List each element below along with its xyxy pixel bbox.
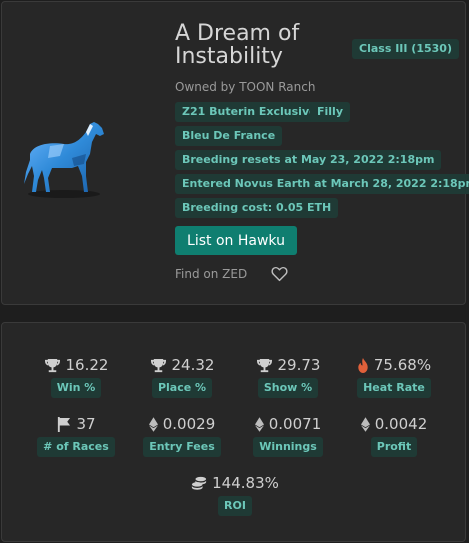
stat-value: 0.0029 <box>162 415 216 433</box>
stat-label: Place % <box>151 378 213 398</box>
stat-win-percent: 16.22 Win % <box>23 355 129 398</box>
stat-winnings: 0.0071 Winnings <box>235 414 341 457</box>
ethereum-icon <box>148 416 158 432</box>
stat-show-percent: 29.73 Show % <box>235 355 341 398</box>
tag-breeding-reset: Breeding resets at May 23, 2022 2:18pm <box>175 150 442 170</box>
tag-gender: Filly <box>310 102 350 122</box>
stat-place-percent: 24.32 Place % <box>129 355 235 398</box>
trophy-icon <box>256 358 272 372</box>
stat-label: Profit <box>370 437 418 457</box>
flame-icon <box>358 357 368 373</box>
stat-label: # of Races <box>37 437 115 457</box>
stat-label: Entry Fees <box>143 437 221 457</box>
stat-value: 144.83% <box>212 474 279 492</box>
owner-text: Owned by TOON Ranch <box>175 80 316 94</box>
horse-details-card: A Dream of Instability Class III (1530) … <box>1 1 469 305</box>
stat-races: 37 # of Races <box>23 414 129 457</box>
stat-roi: 144.83% ROI <box>182 473 288 516</box>
coins-icon <box>192 476 207 490</box>
heart-outline-icon[interactable] <box>271 266 288 282</box>
stat-value: 29.73 <box>277 356 321 374</box>
tag-collection: Z21 Buterin Exclusive <box>175 102 324 122</box>
stat-value: 24.32 <box>171 356 215 374</box>
find-on-zed-link[interactable]: Find on ZED <box>175 267 247 281</box>
stat-label: Heat Rate <box>357 378 431 398</box>
stat-value: 0.0042 <box>374 415 428 433</box>
stat-entry-fees: 0.0029 Entry Fees <box>129 414 235 457</box>
class-badge: Class III (1530) <box>352 39 459 59</box>
stat-value: 75.68% <box>373 356 432 374</box>
stat-value: 16.22 <box>65 356 109 374</box>
list-on-hawku-button[interactable]: List on Hawku <box>175 226 297 255</box>
tag-bloodline: Bleu De France <box>175 126 283 146</box>
stat-heat-rate: 75.68% Heat Rate <box>341 355 447 398</box>
flag-icon <box>58 416 71 432</box>
horse-image <box>24 122 104 198</box>
stat-profit: 0.0042 Profit <box>341 414 447 457</box>
ethereum-icon <box>360 416 370 432</box>
ethereum-icon <box>254 416 264 432</box>
horse-name: A Dream of Instability <box>175 21 300 69</box>
tag-breeding-cost: Breeding cost: 0.05 ETH <box>175 198 339 218</box>
stats-card: 16.22 Win % 24.32 Place % 29.73 Show % 7… <box>1 322 466 542</box>
stat-label: Winnings <box>253 437 323 457</box>
stat-label: ROI <box>218 496 252 516</box>
trophy-icon <box>150 358 166 372</box>
trophy-icon <box>44 358 60 372</box>
tag-entered-date: Entered Novus Earth at March 28, 2022 2:… <box>175 174 469 194</box>
stat-label: Win % <box>50 378 102 398</box>
stat-value: 37 <box>76 415 96 433</box>
stat-value: 0.0071 <box>268 415 322 433</box>
stat-label: Show % <box>257 378 319 398</box>
